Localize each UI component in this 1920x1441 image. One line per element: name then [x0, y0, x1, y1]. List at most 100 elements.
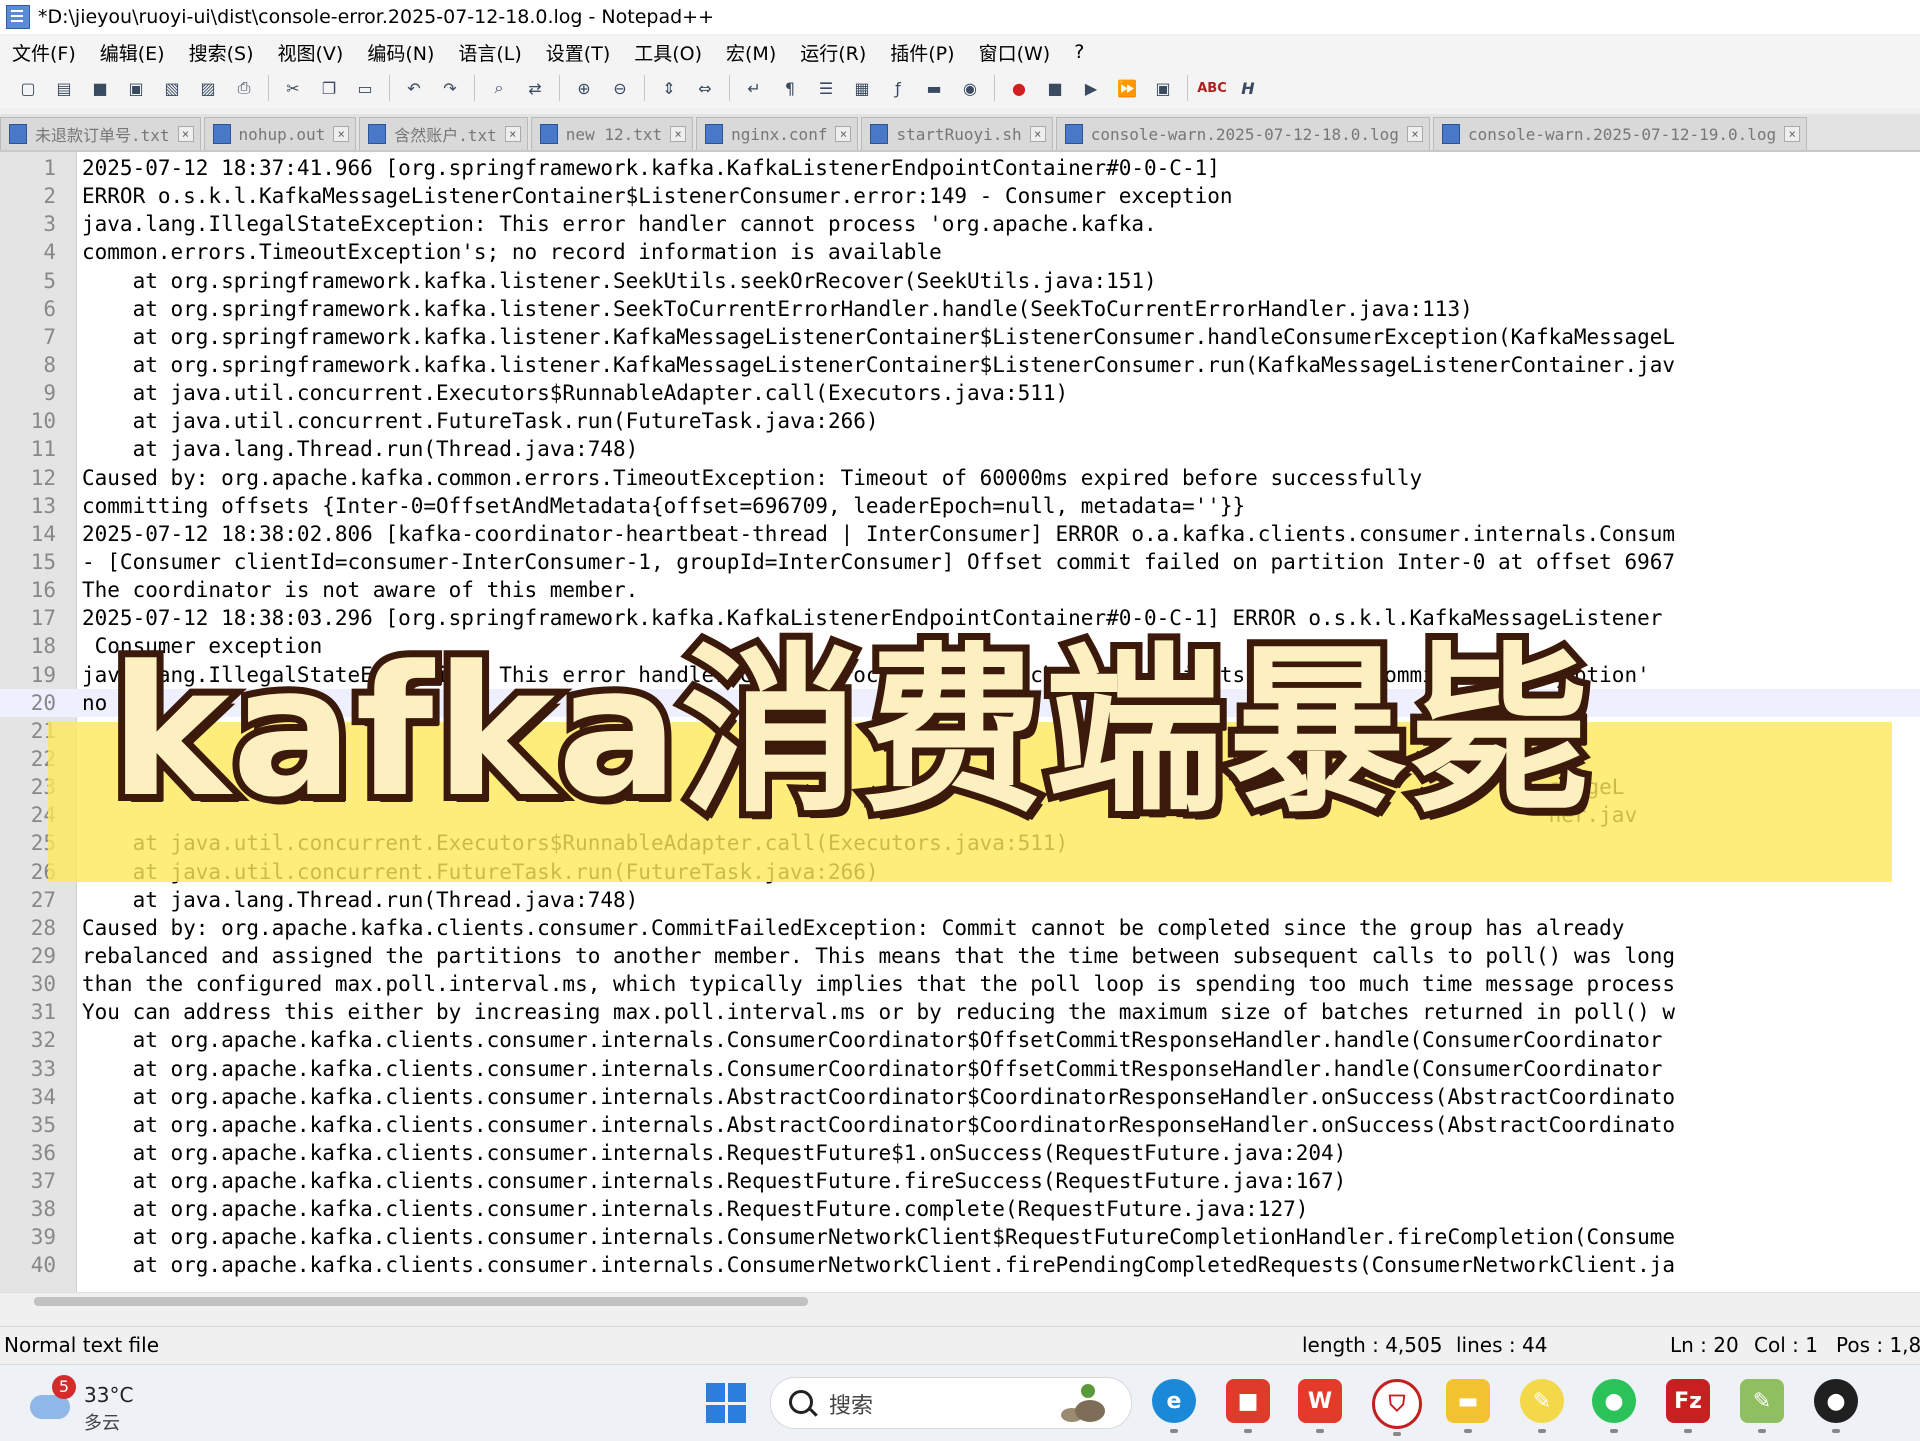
tab-close-icon[interactable]: ×	[835, 126, 852, 142]
find-icon[interactable]: ⌕	[486, 75, 512, 101]
print-icon[interactable]: ⎙	[231, 75, 257, 101]
new-file-icon[interactable]: ▢	[15, 75, 41, 101]
zoom-out-icon[interactable]: ⊖	[607, 75, 633, 101]
menu-item[interactable]: ?	[1062, 41, 1096, 63]
menu-item[interactable]: 插件(P)	[878, 39, 966, 66]
red-app-icon[interactable]: ■	[1226, 1379, 1270, 1433]
save-macro-icon[interactable]: ▣	[1150, 75, 1176, 101]
editor-line[interactable]: 40 at org.apache.kafka.clients.consumer.…	[0, 1251, 1920, 1279]
taskbar-search-box[interactable]: 搜索	[770, 1377, 1132, 1429]
play-macro-icon[interactable]: ▶	[1078, 75, 1104, 101]
doc-map-icon[interactable]: ▦	[849, 75, 875, 101]
redo-icon[interactable]: ↷	[437, 75, 463, 101]
editor-line[interactable]: 5 at org.springframework.kafka.listener.…	[0, 267, 1920, 295]
edge-browser-icon[interactable]: e	[1152, 1379, 1196, 1433]
editor-line[interactable]: 1 2025-07-12 18:37:41.966 [org.springfram…	[0, 154, 1920, 182]
notepad-plus-plus-taskbar-icon[interactable]: ✎	[1740, 1379, 1784, 1433]
document-tab[interactable]: 含然账户.txt ×	[359, 117, 528, 150]
document-tab[interactable]: nginx.conf ×	[696, 117, 859, 150]
copy-icon[interactable]: ❐	[316, 75, 342, 101]
editor-line[interactable]: 27 at java.lang.Thread.run(Thread.java:7…	[0, 886, 1920, 914]
replace-icon[interactable]: ⇄	[522, 75, 548, 101]
editor-line[interactable]: 29 rebalanced and assigned the partitions…	[0, 942, 1920, 970]
sync-horizontal-icon[interactable]: ⇔	[692, 75, 718, 101]
wechat-icon[interactable]: ●	[1592, 1379, 1636, 1433]
run-macro-multiple-icon[interactable]: ⏩	[1114, 75, 1140, 101]
wps-office-icon[interactable]: W	[1298, 1379, 1342, 1433]
close-all-icon[interactable]: ▨	[195, 75, 221, 101]
folder-workspace-icon[interactable]: ▬	[921, 75, 947, 101]
tab-close-icon[interactable]: ×	[1406, 126, 1423, 142]
editor-line[interactable]: 38 at org.apache.kafka.clients.consumer.…	[0, 1195, 1920, 1223]
editor-line[interactable]: 39 at org.apache.kafka.clients.consumer.…	[0, 1223, 1920, 1251]
document-tab[interactable]: console-warn.2025-07-12-19.0.log ×	[1432, 117, 1808, 150]
editor-line[interactable]: 9 at java.util.concurrent.Executors$Runn…	[0, 379, 1920, 407]
close-file-icon[interactable]: ▧	[159, 75, 185, 101]
menu-item[interactable]: 编码(N)	[355, 39, 446, 66]
show-all-chars-icon[interactable]: ¶	[777, 75, 803, 101]
menu-item[interactable]: 视图(V)	[266, 39, 356, 66]
menu-item[interactable]: 编辑(E)	[88, 39, 177, 66]
document-tab[interactable]: console-warn.2025-07-12-18.0.log ×	[1055, 117, 1430, 150]
weather-widget[interactable]: 5 33°C 多云	[28, 1375, 148, 1435]
editor-line[interactable]: 7 at org.springframework.kafka.listener.…	[0, 323, 1920, 351]
editor-line[interactable]: 3 java.lang.IllegalStateException: This e…	[0, 210, 1920, 238]
windows-start-icon[interactable]	[706, 1383, 746, 1423]
record-macro-icon[interactable]: ●	[1006, 75, 1032, 101]
document-tab[interactable]: startRuoyi.sh ×	[861, 117, 1053, 150]
editor-line[interactable]: 30 than the configured max.poll.interval.…	[0, 970, 1920, 998]
menu-item[interactable]: 宏(M)	[714, 39, 788, 66]
record-app-icon[interactable]: ●	[1814, 1379, 1858, 1433]
menu-item[interactable]: 搜索(S)	[177, 39, 266, 66]
document-tab[interactable]: new 12.txt ×	[530, 117, 694, 150]
menu-item[interactable]: 语言(L)	[446, 39, 533, 66]
editor-line[interactable]: 11 at java.lang.Thread.run(Thread.java:7…	[0, 435, 1920, 463]
editor-line[interactable]: 37 at org.apache.kafka.clients.consumer.…	[0, 1167, 1920, 1195]
editor-line[interactable]: 2 ERROR o.s.k.l.KafkaMessageListenerConta…	[0, 182, 1920, 210]
tab-close-icon[interactable]: ×	[504, 126, 521, 142]
menu-item[interactable]: 窗口(W)	[967, 39, 1063, 66]
editor-line[interactable]: 28 Caused by: org.apache.kafka.clients.co…	[0, 914, 1920, 942]
zoom-in-icon[interactable]: ⊕	[571, 75, 597, 101]
editor-line[interactable]: 32 at org.apache.kafka.clients.consumer.…	[0, 1026, 1920, 1054]
editor-line[interactable]: 8 at org.springframework.kafka.listener.…	[0, 351, 1920, 379]
editor-line[interactable]: 12 Caused by: org.apache.kafka.common.err…	[0, 464, 1920, 492]
monitoring-icon[interactable]: ◉	[957, 75, 983, 101]
tab-close-icon[interactable]: ×	[333, 126, 350, 142]
editor-line[interactable]: 13 committing offsets {Inter-0=OffsetAndM…	[0, 492, 1920, 520]
undo-icon[interactable]: ↶	[401, 75, 427, 101]
tab-close-icon[interactable]: ×	[1784, 126, 1801, 142]
spell-check-icon[interactable]: ABC	[1197, 75, 1227, 101]
tab-close-icon[interactable]: ×	[1029, 126, 1046, 142]
tab-close-icon[interactable]: ×	[670, 126, 687, 142]
menu-item[interactable]: 设置(T)	[534, 39, 622, 66]
hex-editor-icon[interactable]: H	[1235, 75, 1261, 101]
editor-line[interactable]: 4 common.errors.TimeoutException's; no re…	[0, 238, 1920, 266]
editor-line[interactable]: 34 at org.apache.kafka.clients.consumer.…	[0, 1083, 1920, 1111]
editor-line[interactable]: 16 The coordinator is not aware of this m…	[0, 576, 1920, 604]
horizontal-scrollbar[interactable]	[0, 1292, 1920, 1311]
editor-line[interactable]: 33 at org.apache.kafka.clients.consumer.…	[0, 1055, 1920, 1083]
editor-line[interactable]: 15 - [Consumer clientId=consumer-InterCon…	[0, 548, 1920, 576]
menu-item[interactable]: 文件(F)	[0, 39, 88, 66]
editor-line[interactable]: 6 at org.springframework.kafka.listener.…	[0, 295, 1920, 323]
editor-line[interactable]: 36 at org.apache.kafka.clients.consumer.…	[0, 1139, 1920, 1167]
paste-icon[interactable]: ▭	[352, 75, 378, 101]
open-folder-icon[interactable]: ▤	[51, 75, 77, 101]
function-list-icon[interactable]: ƒ	[885, 75, 911, 101]
cut-icon[interactable]: ✂	[280, 75, 306, 101]
sticky-app-icon[interactable]: ✎	[1520, 1379, 1564, 1433]
save-icon[interactable]: ■	[87, 75, 113, 101]
scrollbar-thumb[interactable]	[34, 1297, 808, 1306]
security-shield-icon[interactable]: ⛉	[1372, 1379, 1422, 1436]
tab-close-icon[interactable]: ×	[177, 126, 194, 142]
menu-item[interactable]: 运行(R)	[788, 39, 878, 66]
save-all-icon[interactable]: ▣	[123, 75, 149, 101]
document-tab[interactable]: 未退款订单号.txt ×	[0, 117, 201, 150]
editor-line[interactable]: 10 at java.util.concurrent.FutureTask.ru…	[0, 407, 1920, 435]
filezilla-icon[interactable]: Fz	[1666, 1379, 1710, 1433]
editor-line[interactable]: 14 2025-07-12 18:38:02.806 [kafka-coordin…	[0, 520, 1920, 548]
stop-macro-icon[interactable]: ■	[1042, 75, 1068, 101]
indent-guide-icon[interactable]: ☰	[813, 75, 839, 101]
editor-line[interactable]: 31 You can address this either by increas…	[0, 998, 1920, 1026]
